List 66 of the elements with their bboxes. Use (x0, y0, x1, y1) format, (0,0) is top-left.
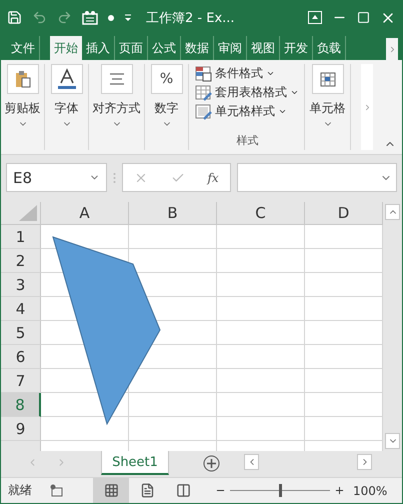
percent-icon: % (160, 71, 174, 87)
zoom-percent[interactable]: 100% (353, 484, 388, 498)
ribbon-button[interactable] (312, 64, 344, 94)
group-label: 对齐方式 (92, 100, 140, 117)
page-break-icon (176, 483, 190, 498)
row-header[interactable]: 8 (1, 393, 41, 417)
row-header[interactable]: 1 (1, 225, 41, 249)
column-header[interactable]: C (217, 202, 305, 225)
page-layout-icon (140, 483, 154, 498)
style-menu-item[interactable]: 单元格样式 (195, 102, 287, 121)
formula-input[interactable] (237, 163, 397, 192)
grip-icon (113, 172, 116, 184)
style-menu-item[interactable]: 条件格式 (195, 64, 275, 83)
macro-record-icon[interactable] (50, 484, 63, 497)
caret-icon (266, 69, 275, 78)
row-header[interactable]: 9 (1, 417, 41, 441)
column-header[interactable]: D (305, 202, 383, 225)
group-label: 单元格 (310, 100, 346, 117)
ribbon-button[interactable]: % (150, 64, 182, 94)
ribbon-button[interactable] (50, 64, 82, 94)
style-menu-item[interactable]: 套用表格格式 (195, 83, 299, 102)
dot-icon[interactable] (108, 14, 114, 20)
cell-style-icon (195, 104, 212, 120)
zoom-in-icon[interactable] (334, 485, 345, 496)
column-header[interactable]: A (41, 202, 129, 225)
scroll-up-button[interactable] (385, 204, 400, 220)
row-header[interactable]: 3 (1, 273, 41, 297)
zoom-slider-thumb[interactable] (279, 484, 282, 497)
scroll-left-button[interactable] (244, 454, 259, 470)
name-box[interactable]: E8 (6, 163, 107, 192)
group-label: 数字 (154, 100, 178, 117)
status-text: 就绪 (8, 482, 32, 499)
row-header[interactable]: 6 (1, 345, 41, 369)
window-title: 工作簿2 - Ex... (146, 10, 235, 26)
caret-icon (278, 107, 287, 116)
conditional-format-icon (195, 66, 212, 82)
clipboard-icon (14, 70, 30, 88)
row-header[interactable]: 4 (1, 297, 41, 321)
ribbon-button[interactable] (100, 64, 132, 94)
group-label: 字体 (54, 100, 78, 117)
view-button[interactable] (93, 478, 129, 503)
corner-triangle-icon (19, 205, 37, 221)
sheet-tab[interactable]: Sheet1 (101, 451, 169, 475)
align-icon (108, 73, 124, 85)
caret-icon (290, 88, 299, 97)
ribbon-tab[interactable]: 开始 (50, 36, 82, 60)
table-format-icon (195, 84, 212, 100)
row-header[interactable]: 2 (1, 249, 41, 273)
row-header[interactable]: 5 (1, 321, 41, 345)
group-label: 样式 (236, 133, 258, 148)
cells-icon (320, 71, 336, 87)
customize-icon[interactable] (124, 14, 132, 22)
insert-function-button[interactable]: fx (207, 170, 219, 184)
font-color-icon (56, 68, 76, 90)
form-icon[interactable] (82, 10, 98, 25)
ribbon-display-icon[interactable] (308, 11, 322, 24)
group-label: 剪贴板 (4, 100, 40, 117)
row-header[interactable]: 7 (1, 369, 41, 393)
save-icon[interactable] (7, 10, 22, 25)
maximize-icon[interactable] (357, 11, 370, 24)
add-sheet-icon[interactable] (203, 455, 220, 472)
normal-view-icon (104, 483, 118, 498)
ribbon-button[interactable] (6, 64, 38, 94)
scroll-down-button[interactable] (385, 433, 400, 449)
scroll-right-button[interactable] (357, 454, 372, 470)
column-header[interactable]: B (129, 202, 217, 225)
